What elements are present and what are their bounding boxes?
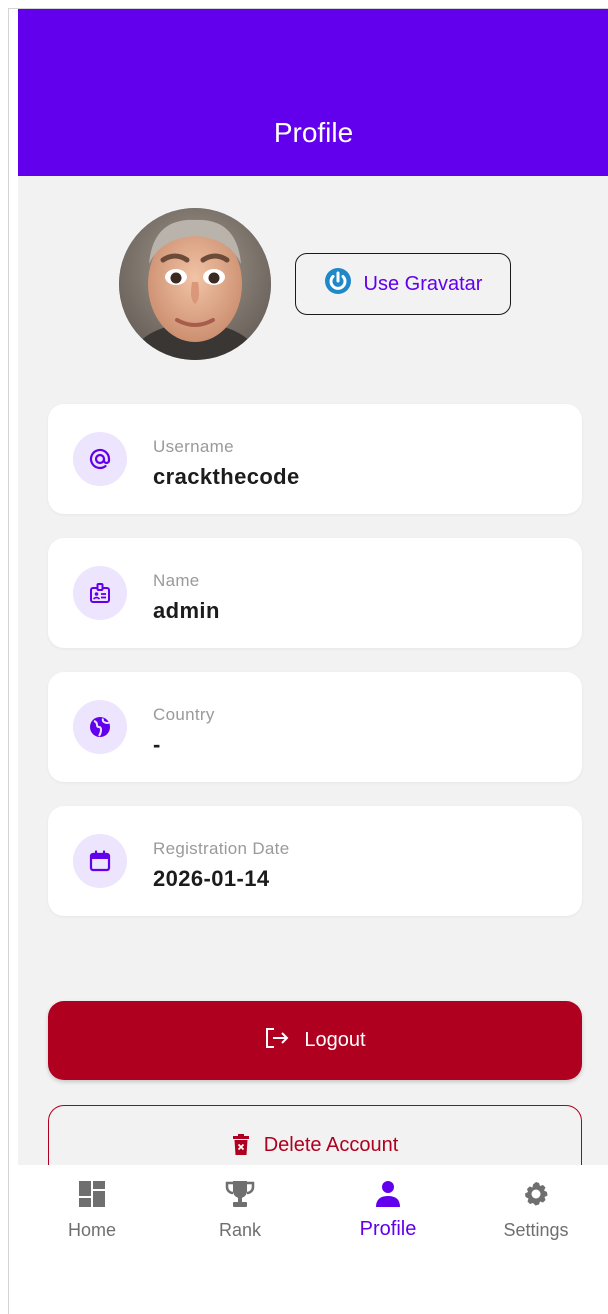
use-gravatar-label: Use Gravatar xyxy=(363,272,483,295)
username-value: crackthecode xyxy=(153,464,300,489)
name-value: admin xyxy=(153,598,220,623)
name-label: Name xyxy=(153,571,200,590)
trash-icon xyxy=(232,1134,250,1162)
username-card: Username crackthecode xyxy=(48,404,582,514)
nav-item-rank[interactable]: Rank xyxy=(166,1165,314,1255)
trophy-icon xyxy=(225,1179,255,1209)
page-title: Profile xyxy=(273,117,354,148)
delete-account-button[interactable]: Delete Account xyxy=(48,1105,582,1165)
person-icon xyxy=(373,1179,403,1209)
username-label: Username xyxy=(153,437,234,456)
nav-item-profile[interactable]: Profile xyxy=(314,1165,462,1255)
name-card: Name admin xyxy=(48,538,582,648)
calendar-icon xyxy=(73,834,127,888)
logout-label: Logout xyxy=(304,1029,366,1051)
nav-label-rank: Rank xyxy=(218,1220,262,1240)
country-value: - xyxy=(153,732,161,757)
registration-date-label: Registration Date xyxy=(153,839,290,858)
power-icon xyxy=(324,267,352,301)
nav-item-settings[interactable]: Settings xyxy=(462,1165,608,1255)
registration-date-value: 2026-01-14 xyxy=(153,866,270,891)
bottom-navigation: Home Rank Profile Settings xyxy=(18,1165,608,1314)
registration-date-card: Registration Date 2026-01-14 xyxy=(48,806,582,916)
logout-button[interactable]: Logout xyxy=(48,1001,582,1080)
gear-icon xyxy=(521,1179,551,1209)
avatar[interactable] xyxy=(119,208,271,360)
use-gravatar-button[interactable]: Use Gravatar xyxy=(295,253,511,315)
dashboard-icon xyxy=(77,1179,107,1209)
app-frame: Profile Use Gravatar Username cracktheco… xyxy=(8,8,608,1314)
nav-label-profile: Profile xyxy=(359,1218,417,1240)
nav-label-home: Home xyxy=(67,1220,116,1240)
app-bar: Profile xyxy=(18,9,608,176)
country-card: Country - xyxy=(48,672,582,782)
badge-icon xyxy=(73,566,127,620)
country-label: Country xyxy=(153,705,215,724)
nav-item-home[interactable]: Home xyxy=(18,1165,166,1255)
at-icon xyxy=(73,432,127,486)
avatar-photo xyxy=(119,208,271,360)
logout-icon xyxy=(264,1027,290,1055)
globe-icon xyxy=(73,700,127,754)
profile-content: Use Gravatar Username crackthecode Name … xyxy=(18,176,608,1165)
delete-account-label: Delete Account xyxy=(263,1134,399,1156)
nav-label-settings: Settings xyxy=(503,1220,569,1240)
